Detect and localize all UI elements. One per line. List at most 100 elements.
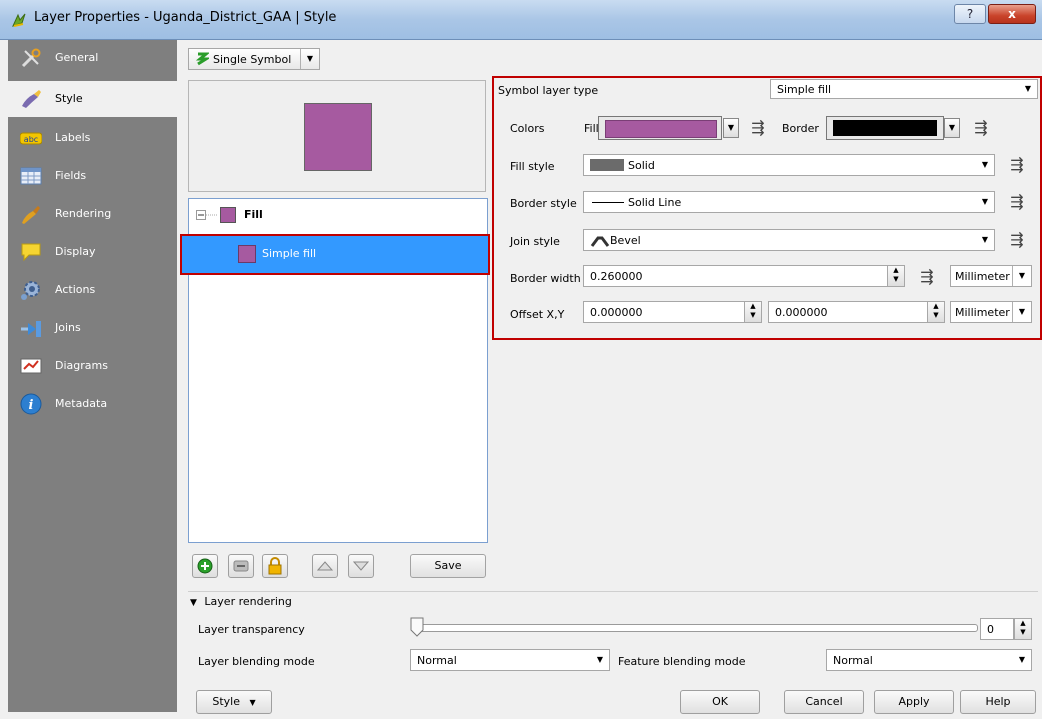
data-defined-override-icon[interactable]: ⇶ (970, 118, 992, 138)
border-width-input[interactable]: 0.260000 (583, 265, 889, 287)
style-menu-button[interactable]: Style ▼ (196, 690, 272, 714)
sidebar-item-label: Fields (55, 169, 87, 182)
colors-label: Colors (510, 122, 545, 135)
transparency-spinner[interactable]: ▲ ▼ (1014, 618, 1032, 640)
offset-y-value: 0.000000 (775, 306, 828, 319)
remove-icon (233, 560, 249, 572)
help-title-button[interactable]: ? (954, 4, 986, 24)
close-button[interactable]: x (988, 4, 1036, 24)
border-color-button[interactable] (826, 116, 944, 140)
fill-style-dropdown[interactable]: Solid ▼ (583, 154, 995, 176)
transparency-label: Layer transparency (198, 623, 305, 636)
fill-color-button[interactable] (598, 116, 722, 140)
window-title: Layer Properties - Uganda_District_GAA |… (34, 10, 337, 25)
sidebar-item-label: Metadata (55, 397, 108, 410)
chevron-down-icon: ▼ (981, 160, 989, 169)
bevel-join-icon (590, 236, 610, 247)
offset-unit-dropdown[interactable]: Millimeter ▼ (950, 301, 1032, 323)
transparency-input[interactable]: 0 (980, 618, 1014, 640)
join-style-dropdown[interactable]: Bevel ▼ (583, 229, 995, 251)
chevron-down-icon: ▼ (596, 655, 604, 664)
solid-pattern-icon (590, 159, 624, 171)
paintbrush-icon (22, 90, 41, 108)
single-symbol-icon (195, 52, 209, 66)
offset-x-spinner[interactable]: ▲ ▼ (744, 301, 762, 323)
help-button[interactable]: Help (960, 690, 1036, 714)
chevron-down-icon: ▼ (1018, 655, 1026, 664)
data-defined-override-icon[interactable]: ⇶ (1006, 230, 1028, 250)
apply-button[interactable]: Apply (874, 690, 954, 714)
sidebar-item-actions[interactable]: Actions (8, 272, 177, 308)
sidebar-item-diagrams[interactable]: Diagrams (8, 348, 177, 384)
slider-handle[interactable] (410, 617, 424, 637)
collapse-arrow-icon: ▼ (190, 598, 197, 608)
move-up-button[interactable] (312, 554, 338, 578)
border-width-unit-dropdown[interactable]: Millimeter ▼ (950, 265, 1032, 287)
ok-button[interactable]: OK (680, 690, 760, 714)
move-down-button[interactable] (348, 554, 374, 578)
data-defined-override-icon[interactable]: ⇶ (1006, 192, 1028, 212)
sidebar-item-labels[interactable]: abc Labels (8, 120, 177, 156)
arrow-up-icon (316, 561, 334, 571)
sidebar: General Style abc Labels Fields Renderin… (8, 40, 177, 712)
sidebar-item-joins[interactable]: Joins (8, 310, 177, 346)
chevron-down-icon: ▼ (981, 235, 989, 244)
fill-style-value: Solid (628, 159, 655, 172)
layer-rendering-toggle[interactable]: ▼ Layer rendering (190, 595, 292, 608)
offset-y-input[interactable]: 0.000000 (768, 301, 928, 323)
border-width-unit-value: Millimeter (955, 270, 1010, 283)
svg-text:abc: abc (24, 135, 38, 144)
feature-blending-dropdown[interactable]: Normal ▼ (826, 649, 1032, 671)
border-width-spinner[interactable]: ▲ ▼ (887, 265, 905, 287)
chevron-down-icon: ▼ (300, 49, 319, 69)
data-defined-override-icon[interactable]: ⇶ (916, 267, 938, 287)
border-width-label: Border width (510, 272, 581, 285)
title-bar: Layer Properties - Uganda_District_GAA |… (0, 0, 1042, 40)
add-layer-button[interactable] (192, 554, 218, 578)
layer-blending-value: Normal (417, 654, 457, 667)
sidebar-item-general[interactable]: General (8, 40, 177, 76)
chevron-down-icon: ▼ (1012, 302, 1031, 322)
style-menu-label: Style (212, 695, 240, 708)
offset-x-input[interactable]: 0.000000 (583, 301, 745, 323)
renderer-type-dropdown[interactable]: Single Symbol ▼ (188, 48, 320, 70)
sidebar-item-rendering[interactable]: Rendering (8, 196, 177, 232)
cancel-button[interactable]: Cancel (784, 690, 864, 714)
data-defined-override-icon[interactable]: ⇶ (747, 118, 769, 138)
symbol-layer-type-dropdown[interactable]: Simple fill ▼ (770, 79, 1038, 99)
sidebar-item-metadata[interactable]: i Metadata (8, 386, 177, 422)
divider (188, 591, 1038, 592)
sidebar-item-label: Joins (55, 321, 81, 334)
border-style-label: Border style (510, 197, 577, 210)
feature-blending-value: Normal (833, 654, 873, 667)
paint-icon (22, 206, 40, 224)
tree-item-fill[interactable]: Fill (194, 206, 314, 226)
offset-y-spinner[interactable]: ▲ ▼ (927, 301, 945, 323)
lock-layer-button[interactable] (262, 554, 288, 578)
tree-line (206, 214, 218, 216)
sidebar-item-fields[interactable]: Fields (8, 158, 177, 194)
fill-swatch-icon (220, 207, 236, 223)
offset-unit-value: Millimeter (955, 306, 1010, 319)
border-color-menu-button[interactable]: ▼ (944, 118, 960, 138)
fill-style-label: Fill style (510, 160, 555, 173)
remove-layer-button[interactable] (228, 554, 254, 578)
fill-color-label: Fill (584, 122, 599, 135)
sidebar-item-label: Display (55, 245, 96, 258)
transparency-slider[interactable] (412, 624, 978, 632)
collapse-icon[interactable] (196, 210, 206, 220)
fill-color-menu-button[interactable]: ▼ (723, 118, 739, 138)
transparency-value: 0 (987, 623, 994, 636)
highlight-box (180, 234, 490, 275)
chevron-down-icon: ▼ (981, 197, 989, 206)
symbol-layer-type-value: Simple fill (777, 83, 832, 96)
border-style-dropdown[interactable]: Solid Line ▼ (583, 191, 995, 213)
data-defined-override-icon[interactable]: ⇶ (1006, 155, 1028, 175)
sidebar-item-display[interactable]: Display (8, 234, 177, 270)
sidebar-item-style[interactable]: Style (8, 81, 177, 117)
layer-rendering-label: Layer rendering (204, 595, 292, 608)
sidebar-item-label: Diagrams (55, 359, 108, 372)
sidebar-item-label: General (55, 51, 99, 64)
save-button[interactable]: Save (410, 554, 486, 578)
layer-blending-dropdown[interactable]: Normal ▼ (410, 649, 610, 671)
